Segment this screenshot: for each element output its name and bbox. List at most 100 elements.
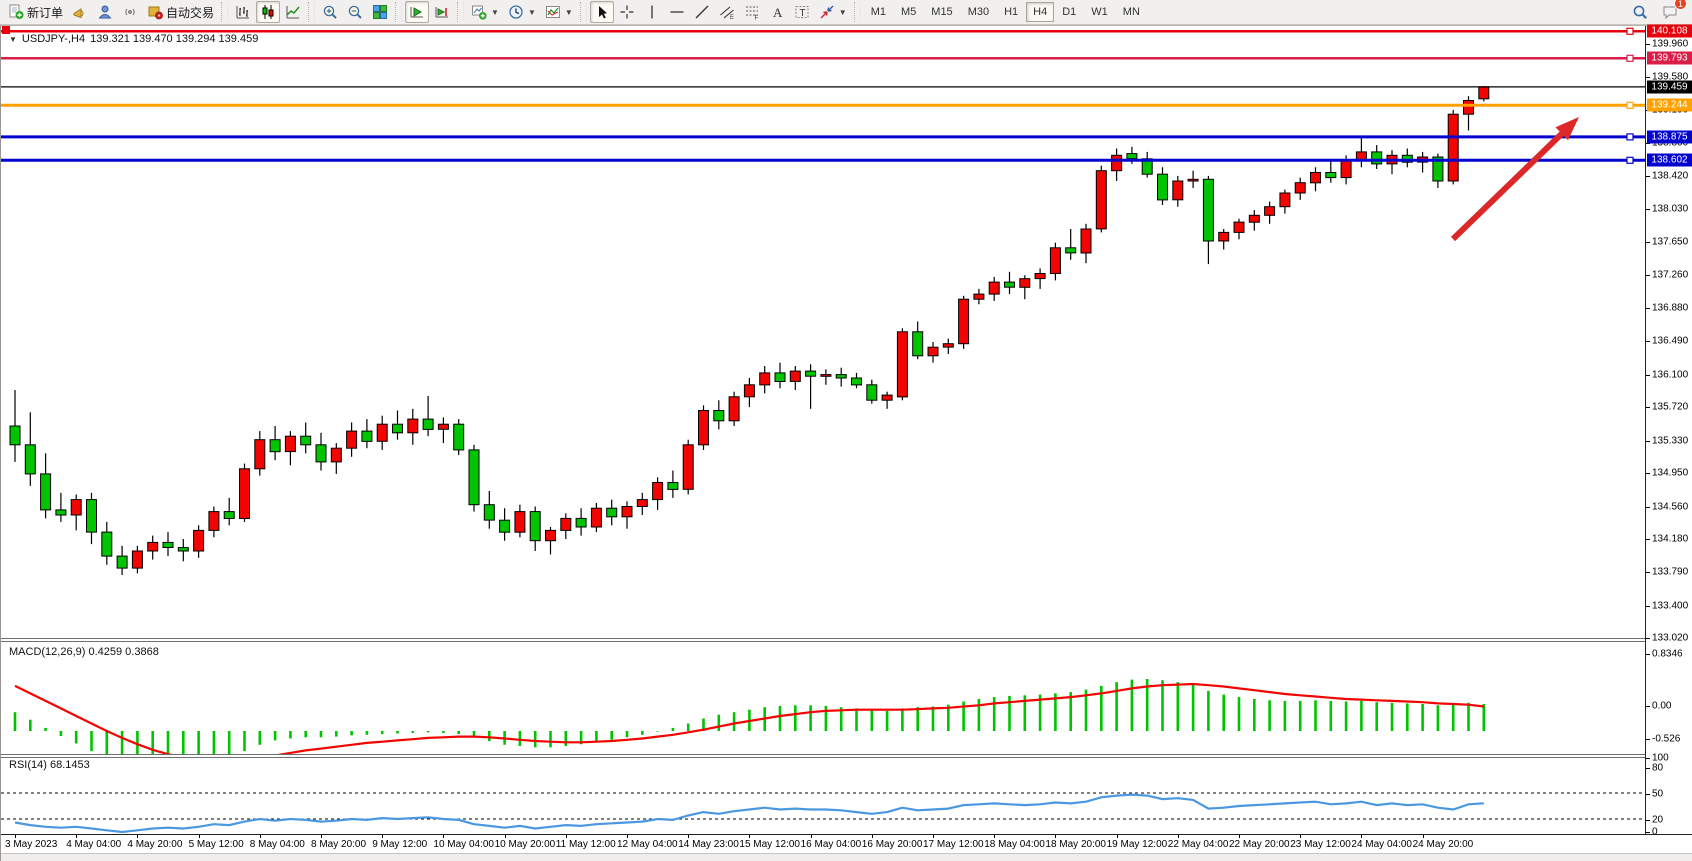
candlestick-chart-button[interactable] [256, 1, 280, 23]
newchart-icon [471, 4, 487, 20]
new-chart-button[interactable]: ▼ [467, 1, 503, 23]
candlestick-plot[interactable] [1, 26, 1645, 638]
time-tick [321, 835, 322, 838]
timeframe-d1-button[interactable]: D1 [1055, 2, 1083, 22]
zoomout-icon [347, 4, 363, 20]
tline-icon [694, 4, 710, 20]
signals-icon-button[interactable] [118, 1, 142, 23]
rsi-line [15, 795, 1484, 832]
rsi-plot[interactable] [1, 757, 1645, 834]
channel-tool-button[interactable]: E [715, 1, 739, 23]
time-tick [505, 835, 506, 838]
toolbar-separator [221, 2, 228, 22]
price-scale[interactable]: 139.960139.580139.190138.800138.420138.0… [1645, 26, 1692, 860]
timeframe-mn-button[interactable]: MN [1116, 2, 1147, 22]
price-tick [1646, 473, 1650, 474]
time-tick [688, 835, 689, 838]
line-chart-button[interactable] [281, 1, 305, 23]
accounts-icon-button[interactable] [93, 1, 117, 23]
alerts-icon-button[interactable] [68, 1, 92, 23]
signal-icon [122, 4, 138, 20]
channel-icon: E [719, 4, 735, 20]
chart-title: ▼ USDJPY-,H4 139.321 139.470 139.294 139… [9, 33, 258, 45]
autotrade-button[interactable]: 自动交易 [143, 1, 218, 23]
price-tick-label: 134.560 [1652, 501, 1688, 512]
toolbar: 新订单 自动交易 ▼ ▼ ▼ EFAT ▼ M1M5M15M30H1H4D1W1MN 1 [0, 0, 1692, 25]
text-tool-button[interactable]: A [765, 1, 789, 23]
hline-objects[interactable] [1, 28, 1645, 163]
search-button[interactable] [1628, 1, 1652, 23]
button-label: 自动交易 [166, 4, 214, 21]
timeframe-m15-button[interactable]: M15 [924, 2, 959, 22]
timeframe-m5-button[interactable]: M5 [894, 2, 923, 22]
time-tick-label: 3 May 2023 [5, 839, 57, 850]
clock-icon [508, 4, 524, 20]
indicators-button[interactable]: ▼ [541, 1, 577, 23]
time-tick [15, 835, 16, 838]
chevron-down-icon[interactable]: ▼ [528, 8, 536, 17]
time-scale[interactable]: 3 May 20234 May 04:004 May 20:005 May 12… [1, 834, 1692, 853]
time-tick-label: 10 May 04:00 [433, 839, 494, 850]
zoom-in-button[interactable] [318, 1, 342, 23]
horizontal-line-tool-button[interactable] [665, 1, 689, 23]
time-tick [199, 835, 200, 838]
chevron-down-icon[interactable]: ▼ [565, 8, 573, 17]
time-tick-label: 8 May 04:00 [250, 839, 305, 850]
timeframe-h4-button[interactable]: H4 [1026, 2, 1054, 22]
time-tick-label: 16 May 20:00 [862, 839, 923, 850]
macd-plot[interactable] [1, 642, 1645, 754]
person-icon [97, 4, 113, 20]
timeframe-h1-button[interactable]: H1 [997, 2, 1025, 22]
crosshair-tool-button[interactable] [615, 1, 639, 23]
time-tick [994, 835, 995, 838]
time-tick-label: 16 May 04:00 [801, 839, 862, 850]
shapes-tool-button[interactable]: ▼ [815, 1, 851, 23]
timeframe-m1-button[interactable]: M1 [864, 2, 893, 22]
bar-chart-button[interactable] [231, 1, 255, 23]
autobox-icon [147, 4, 163, 20]
price-tick [1646, 143, 1650, 144]
macd-tick-label: 0.8346 [1652, 648, 1683, 659]
svg-text:T: T [799, 8, 805, 19]
up-arrow-annotation[interactable] [1453, 117, 1579, 239]
trendline-tool-button[interactable] [690, 1, 714, 23]
chevron-down-icon[interactable]: ▼ [839, 8, 847, 17]
time-tick-label: 24 May 20:00 [1413, 839, 1474, 850]
vertical-line-tool-button[interactable] [640, 1, 664, 23]
time-tick-label: 14 May 23:00 [678, 839, 739, 850]
time-tick-label: 18 May 20:00 [1045, 839, 1106, 850]
time-tick-label: 4 May 20:00 [127, 839, 182, 850]
time-tick [1361, 835, 1362, 838]
chart-menu-caret[interactable]: ▼ [9, 35, 17, 44]
period-clock-button[interactable]: ▼ [504, 1, 540, 23]
price-tick [1646, 638, 1650, 639]
label-tool-button[interactable]: T [790, 1, 814, 23]
notifications-button[interactable]: 1 [1658, 1, 1682, 23]
macd-tick [1646, 739, 1650, 740]
timeframe-w1-button[interactable]: W1 [1084, 2, 1115, 22]
cursor-tool-button[interactable] [590, 1, 614, 23]
current-price-badge: 139.459 [1647, 80, 1692, 93]
chart-shift-button[interactable] [430, 1, 454, 23]
timeframe-m30-button[interactable]: M30 [961, 2, 996, 22]
price-tick-label: 133.020 [1652, 633, 1688, 644]
macd-tick [1646, 706, 1650, 707]
fibonacci-tool-button[interactable]: F [740, 1, 764, 23]
trading-terminal: 新订单 自动交易 ▼ ▼ ▼ EFAT ▼ M1M5M15M30H1H4D1W1MN 1 ▼ U… [0, 0, 1692, 861]
macd-tick-label: 0.00 [1652, 701, 1671, 712]
auto-scroll-button[interactable] [405, 1, 429, 23]
price-tick [1646, 77, 1650, 78]
tile-windows-button[interactable] [368, 1, 392, 23]
candles-icon [260, 4, 276, 20]
price-tick-label: 136.100 [1652, 369, 1688, 380]
toolbar-separator [395, 2, 402, 22]
notification-badge: 1 [1674, 0, 1687, 10]
chevron-down-icon[interactable]: ▼ [491, 8, 499, 17]
hline-price-badge: 139.793 [1647, 52, 1692, 65]
new-order-button[interactable]: 新订单 [4, 1, 67, 23]
chart-window: ▼ USDJPY-,H4 139.321 139.470 139.294 139… [0, 25, 1692, 861]
zoom-out-button[interactable] [343, 1, 367, 23]
toolbar-separator [854, 2, 861, 22]
rsi-tick [1646, 820, 1650, 821]
time-tick-label: 11 May 12:00 [556, 839, 616, 850]
